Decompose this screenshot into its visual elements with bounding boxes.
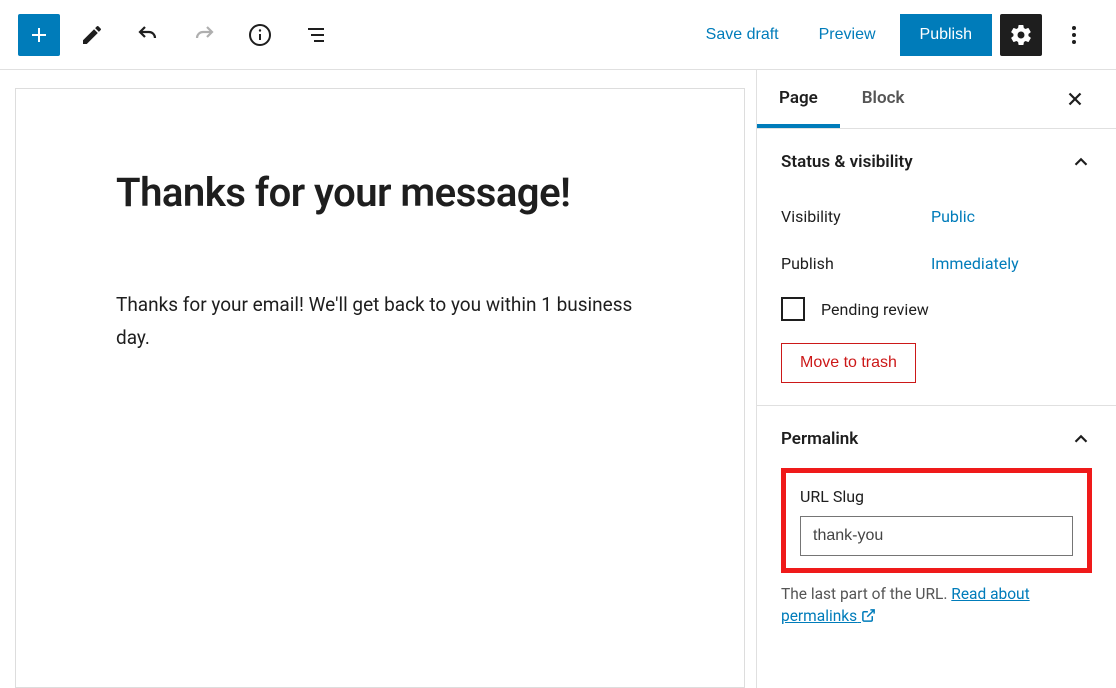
- panel-header-permalink[interactable]: Permalink: [781, 428, 1092, 450]
- settings-sidebar: Page Block Status & visibility Visibilit…: [756, 70, 1116, 688]
- url-slug-input[interactable]: [800, 516, 1073, 556]
- settings-button[interactable]: [1000, 14, 1042, 56]
- panel-header-status-visibility[interactable]: Status & visibility: [781, 151, 1092, 173]
- row-pending-review: Pending review: [781, 287, 1092, 339]
- visibility-value[interactable]: Public: [931, 207, 975, 226]
- url-slug-label: URL Slug: [800, 487, 1073, 506]
- chevron-up-icon: [1070, 151, 1092, 173]
- external-link-icon: [861, 608, 876, 623]
- toolbar-left-group: [18, 11, 340, 59]
- row-publish: Publish Immediately: [781, 240, 1092, 287]
- edit-mode-button[interactable]: [68, 11, 116, 59]
- panel-title: Permalink: [781, 429, 858, 449]
- panel-status-visibility: Status & visibility Visibility Public Pu…: [757, 129, 1116, 406]
- gear-icon: [1009, 23, 1033, 47]
- panel-body-status-visibility: Visibility Public Publish Immediately Pe…: [781, 173, 1092, 383]
- move-to-trash-button[interactable]: Move to trash: [781, 343, 916, 383]
- sidebar-tabs: Page Block: [757, 70, 1116, 129]
- row-visibility: Visibility Public: [781, 193, 1092, 240]
- panel-permalink: Permalink URL Slug The last part of the …: [757, 406, 1116, 650]
- editor-canvas: Thanks for your message! Thanks for your…: [0, 70, 756, 688]
- publish-label: Publish: [781, 254, 931, 273]
- redo-button[interactable]: [180, 11, 228, 59]
- pending-review-label: Pending review: [821, 300, 929, 319]
- info-icon: [248, 23, 272, 47]
- publish-value[interactable]: Immediately: [931, 254, 1019, 273]
- url-slug-help-text: The last part of the URL. Read about per…: [781, 583, 1092, 628]
- panel-title: Status & visibility: [781, 152, 913, 172]
- undo-icon: [136, 23, 160, 47]
- page-title[interactable]: Thanks for your message!: [116, 169, 644, 216]
- preview-button[interactable]: Preview: [803, 16, 892, 54]
- page-frame: Thanks for your message! Thanks for your…: [15, 88, 745, 688]
- pending-review-checkbox[interactable]: [781, 297, 805, 321]
- slug-help-prefix: The last part of the URL.: [781, 585, 951, 603]
- info-button[interactable]: [236, 11, 284, 59]
- toolbar-right-group: Save draft Preview Publish: [690, 11, 1098, 59]
- plus-icon: [27, 23, 51, 47]
- save-draft-button[interactable]: Save draft: [690, 16, 795, 54]
- close-icon: [1064, 88, 1086, 110]
- chevron-up-icon: [1070, 428, 1092, 450]
- editor-top-toolbar: Save draft Preview Publish: [0, 0, 1116, 70]
- kebab-icon: [1062, 23, 1086, 47]
- redo-icon: [192, 23, 216, 47]
- visibility-label: Visibility: [781, 207, 931, 226]
- close-sidebar-button[interactable]: [1064, 79, 1104, 119]
- outline-button[interactable]: [292, 11, 340, 59]
- url-slug-highlight: URL Slug: [781, 468, 1092, 573]
- publish-button[interactable]: Publish: [900, 14, 992, 56]
- undo-button[interactable]: [124, 11, 172, 59]
- list-outline-icon: [304, 23, 328, 47]
- editor-main: Thanks for your message! Thanks for your…: [0, 70, 1116, 688]
- pencil-icon: [80, 23, 104, 47]
- more-options-button[interactable]: [1050, 11, 1098, 59]
- tab-block[interactable]: Block: [840, 70, 927, 128]
- tab-page[interactable]: Page: [757, 70, 840, 128]
- add-block-button[interactable]: [18, 14, 60, 56]
- page-body[interactable]: Thanks for your email! We'll get back to…: [116, 288, 644, 355]
